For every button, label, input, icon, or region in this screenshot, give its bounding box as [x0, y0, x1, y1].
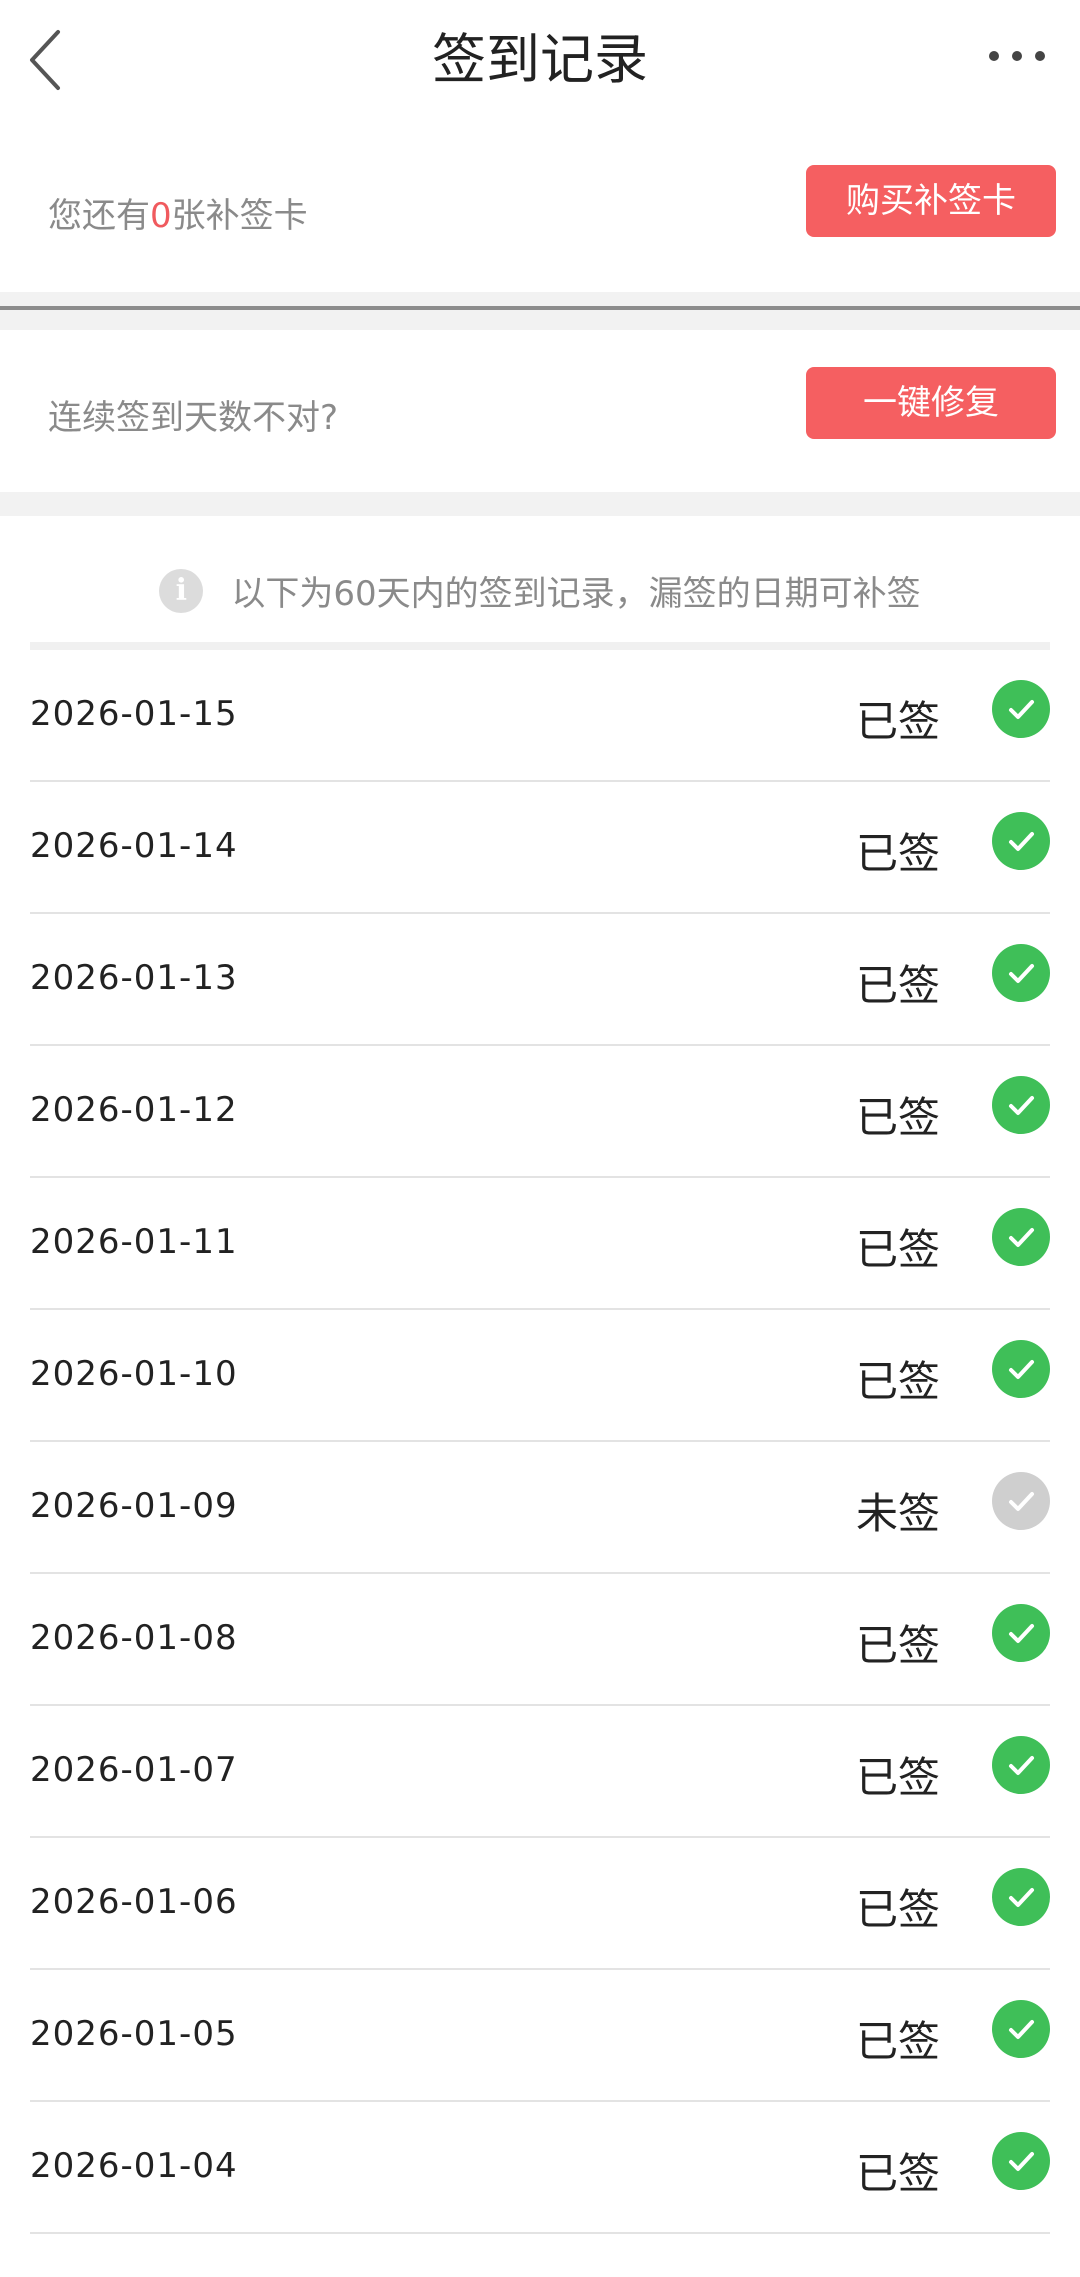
check-circle-icon — [992, 1736, 1050, 1794]
makeup-card-count: 0 — [150, 196, 172, 236]
record-status: 已签 — [855, 2149, 940, 2198]
info-icon: i — [159, 568, 204, 613]
buy-makeup-card-button[interactable]: 购买补签卡 — [806, 165, 1056, 237]
record-date: 2026-01-11 — [30, 1222, 238, 1262]
list-item: 2026-01-13 已签 — [30, 914, 1050, 1046]
list-item[interactable]: 2026-01-09 未签 — [30, 1442, 1050, 1574]
repair-section: 连续签到天数不对? 一键修复 — [0, 330, 1080, 492]
list-item: 2026-01-05 已签 — [30, 1970, 1050, 2102]
makeup-card-section: 您还有0张补签卡 购买补签卡 — [0, 120, 1080, 292]
check-circle-icon — [992, 1208, 1050, 1266]
one-click-repair-button[interactable]: 一键修复 — [806, 367, 1056, 439]
makeup-card-prefix: 您还有 — [48, 196, 150, 236]
record-status: 已签 — [855, 1093, 940, 1142]
record-date: 2026-01-15 — [30, 694, 238, 734]
record-status: 已签 — [855, 1753, 940, 1802]
record-status: 已签 — [855, 1225, 940, 1274]
repair-prompt: 连续签到天数不对? — [48, 398, 339, 438]
record-date: 2026-01-07 — [30, 1750, 238, 1790]
list-item: 2026-01-08 已签 — [30, 1574, 1050, 1706]
list-item: 2026-01-12 已签 — [30, 1046, 1050, 1178]
record-date: 2026-01-14 — [30, 826, 238, 866]
check-circle-icon — [992, 1076, 1050, 1134]
check-circle-icon — [992, 1340, 1050, 1398]
record-date: 2026-01-09 — [30, 1486, 238, 1526]
record-status: 已签 — [855, 2017, 940, 2066]
more-options-icon[interactable] — [982, 36, 1052, 76]
notice-bar: i 以下为60天内的签到记录，漏签的日期可补签 — [0, 516, 1080, 648]
check-circle-icon — [992, 1868, 1050, 1926]
record-status: 已签 — [855, 961, 940, 1010]
record-date: 2026-01-05 — [30, 2014, 238, 2054]
record-status: 已签 — [855, 829, 940, 878]
record-date: 2026-01-08 — [30, 1618, 238, 1658]
makeup-card-count-text: 您还有0张补签卡 — [48, 188, 308, 237]
list-item: 2026-01-04 已签 — [30, 2102, 1050, 2234]
list-item: 2026-01-06 已签 — [30, 1838, 1050, 1970]
list-item: 2026-01-11 已签 — [30, 1178, 1050, 1310]
notice-text: 以下为60天内的签到记录，漏签的日期可补签 — [231, 574, 921, 614]
record-status: 已签 — [855, 697, 940, 746]
unchecked-circle-icon[interactable] — [992, 1472, 1050, 1530]
signin-record-list: 2026-01-15 已签 2026-01-14 已签 2026-01-13 已签 2026… — [30, 650, 1050, 2234]
list-item: 2026-01-15 已签 — [30, 650, 1050, 782]
record-date: 2026-01-10 — [30, 1354, 238, 1394]
record-status: 已签 — [855, 1885, 940, 1934]
page-title: 签到记录 — [432, 28, 648, 91]
makeup-card-suffix: 张补签卡 — [171, 196, 308, 236]
record-status: 未签 — [855, 1489, 940, 1538]
list-item: 2026-01-07 已签 — [30, 1706, 1050, 1838]
list-item: 2026-01-14 已签 — [30, 782, 1050, 914]
check-circle-icon — [992, 680, 1050, 738]
record-status: 已签 — [855, 1357, 940, 1406]
record-date: 2026-01-12 — [30, 1090, 238, 1130]
check-circle-icon — [992, 2132, 1050, 2190]
section-divider — [0, 492, 1080, 516]
top-bar: 签到记录 — [0, 0, 1080, 120]
check-circle-icon — [992, 2000, 1050, 2058]
record-status: 已签 — [855, 1621, 940, 1670]
section-divider — [0, 292, 1080, 330]
list-top-divider — [30, 642, 1050, 650]
check-circle-icon — [992, 812, 1050, 870]
check-circle-icon — [992, 944, 1050, 1002]
record-date: 2026-01-04 — [30, 2146, 238, 2186]
record-date: 2026-01-06 — [30, 1882, 238, 1922]
record-date: 2026-01-13 — [30, 958, 238, 998]
check-circle-icon — [992, 1604, 1050, 1662]
list-item: 2026-01-10 已签 — [30, 1310, 1050, 1442]
